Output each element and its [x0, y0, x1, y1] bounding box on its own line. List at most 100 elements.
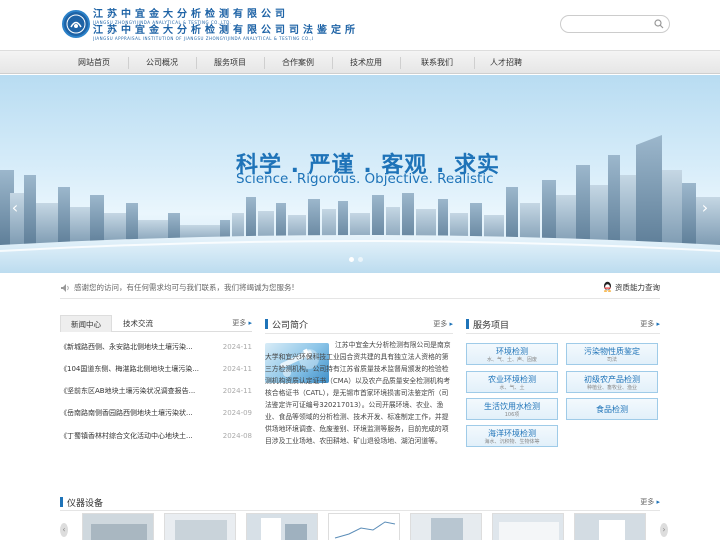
instrument-image — [329, 514, 399, 540]
nav-item-cases[interactable]: 合作案例 — [264, 51, 332, 75]
news-more-label: 更多 — [232, 319, 247, 327]
instrument-thumb[interactable] — [492, 513, 564, 540]
nav-item-about[interactable]: 公司概况 — [128, 51, 196, 75]
service-sub: 种植业、畜牧业、渔业 — [586, 385, 637, 391]
tab-tech-exchange[interactable]: 技术交流 — [112, 315, 164, 332]
service-env-testing[interactable]: 环境检测 水、气、土、声、固废 — [466, 343, 558, 365]
services-title: 服务项目 — [473, 321, 510, 331]
service-food-testing[interactable]: 食品检测 — [566, 398, 658, 420]
about-more-link[interactable]: 更多 ▸ — [433, 319, 453, 329]
logo-icon — [66, 14, 86, 34]
notice-bar: 感谢您的访问，有任何需求均可与我们联系，我们将竭诚为您服务! 资质能力查询 — [60, 281, 660, 295]
news-item-date: 2024-08 — [222, 432, 252, 440]
news-item[interactable]: 《岳南路南侧香园路西侧地块土壤污染状... 2024-09 — [60, 406, 252, 420]
banner-next-icon[interactable]: › — [698, 197, 712, 219]
section-marker — [466, 319, 469, 329]
nav-item-contact[interactable]: 联系我们 — [400, 51, 474, 75]
section-marker — [60, 497, 63, 507]
services-panel: 服务项目 更多 ▸ 环境检测 水、气、土、声、固废 污染物性质鉴定 司法 农业环… — [466, 315, 660, 455]
instruments-prev-icon[interactable]: ‹ — [60, 523, 68, 537]
notice-text: 感谢您的访问，有任何需求均可与我们联系，我们将竭诚为您服务! — [74, 283, 295, 292]
nav-item-tech[interactable]: 技术应用 — [332, 51, 400, 75]
service-sub: 水、气、土、声、固废 — [486, 357, 537, 363]
service-name: 污染物性质鉴定 — [584, 347, 640, 356]
news-item[interactable]: 《104国道东侧、梅湛路北侧地块土壤污染... 2024-11 — [60, 362, 252, 376]
instrument-thumb[interactable] — [82, 513, 154, 540]
news-item-title[interactable]: 《新城路西侧、永安路北侧地块土壤污染... — [60, 340, 220, 354]
carousel-dots — [349, 255, 367, 264]
service-marine-env-testing[interactable]: 海洋环境检测 海水、沉积物、生物体等 — [466, 425, 558, 447]
tab-news-center[interactable]: 新闻中心 — [60, 315, 112, 332]
news-item[interactable]: 《新城路西侧、永安路北侧地块土壤污染... 2024-11 — [60, 340, 252, 354]
service-sub: 海水、沉积物、生物体等 — [484, 439, 540, 445]
service-agri-env-testing[interactable]: 农业环境检测 水、气、土 — [466, 371, 558, 393]
speaker-icon — [61, 284, 69, 292]
logo-en-line2: JIANGSU APPRAISAL INSTITUTION OF JIANGSU… — [93, 36, 313, 41]
hero-banner: 科学 . 严谨 . 客观 . 求实 Science. Rigorous. Obj… — [0, 75, 720, 273]
instrument-thumb[interactable] — [410, 513, 482, 540]
banner-prev-icon[interactable]: ‹ — [8, 197, 22, 219]
service-name: 农业环境检测 — [488, 375, 536, 384]
nav-item-home[interactable]: 网站首页 — [60, 51, 128, 75]
instrument-thumb[interactable] — [246, 513, 318, 540]
news-item-title[interactable]: 《104国道东侧、梅湛路北侧地块土壤污染... — [60, 362, 220, 376]
logo-cn-line1: 江苏中宜金大分析检测有限公司 — [93, 9, 289, 20]
services-more-link[interactable]: 更多 ▸ — [640, 319, 660, 329]
news-item[interactable]: 《坚前东区AB地块土壤污染状况调查报告... 2024-11 — [60, 384, 252, 398]
instruments-more-link[interactable]: 更多 ▸ — [640, 497, 660, 507]
news-tabs: 新闻中心 技术交流 更多 ▸ — [60, 315, 252, 332]
instrument-thumb[interactable] — [164, 513, 236, 540]
carousel-dot[interactable] — [358, 257, 363, 262]
qualification-query-link[interactable]: 资质能力查询 — [602, 281, 660, 293]
divider — [60, 298, 660, 299]
service-sub: 106项 — [504, 412, 520, 418]
arrow-right-icon: ▸ — [449, 320, 453, 328]
service-sub: 水、气、土 — [499, 385, 525, 391]
instruments-title: 仪器设备 — [67, 499, 104, 509]
instruments-header: 仪器设备 更多 ▸ — [60, 495, 660, 509]
instruments-panel: 仪器设备 更多 ▸ ‹ › — [60, 495, 668, 540]
news-item[interactable]: 《丁蜀镇香林村综合文化活动中心地块土... 2024-08 — [60, 429, 252, 443]
services-header: 服务项目 更多 ▸ — [466, 317, 660, 331]
about-more-label: 更多 — [433, 320, 448, 328]
main-nav: 网站首页 公司概况 服务项目 合作案例 技术应用 联系我们 人才招聘 — [0, 50, 720, 74]
arrow-right-icon: ▸ — [656, 320, 660, 328]
service-agri-product-testing[interactable]: 初级农产品检测 种植业、畜牧业、渔业 — [566, 371, 658, 393]
service-name: 生活饮用水检测 — [484, 402, 540, 411]
search-icon[interactable] — [654, 19, 664, 29]
instrument-image — [575, 514, 645, 540]
service-pollutant-identification[interactable]: 污染物性质鉴定 司法 — [566, 343, 658, 365]
about-panel: 公司简介 更多 ▸ 江苏中宜金大分析检测有限公司是南京大学和宜兴环保科技工业园合… — [265, 315, 453, 515]
instruments-next-icon[interactable]: › — [660, 523, 668, 537]
carousel-dot[interactable] — [349, 257, 354, 262]
news-item-title[interactable]: 《坚前东区AB地块土壤污染状况调查报告... — [60, 384, 220, 398]
divider — [60, 510, 660, 511]
logo-text: 江苏中宜金大分析检测有限公司 JIANGSU ZHONGYIJINDA ANAL… — [93, 9, 355, 41]
arrow-right-icon: ▸ — [656, 498, 660, 506]
news-item-date: 2024-11 — [222, 387, 252, 395]
instruments-more-label: 更多 — [640, 498, 655, 506]
instrument-thumb[interactable] — [328, 513, 400, 540]
instrument-thumb[interactable] — [574, 513, 646, 540]
services-more-label: 更多 — [640, 320, 655, 328]
news-panel: 新闻中心 技术交流 更多 ▸ 《新城路西侧、永安路北侧地块土壤污染... 202… — [60, 315, 252, 455]
news-item-title[interactable]: 《岳南路南侧香园路西侧地块土壤污染状... — [60, 406, 220, 420]
service-name: 环境检测 — [496, 347, 528, 356]
news-item-date: 2024-09 — [222, 409, 252, 417]
nav-item-services[interactable]: 服务项目 — [196, 51, 264, 75]
arrow-right-icon: ▸ — [248, 319, 252, 327]
news-item-date: 2024-11 — [222, 343, 252, 351]
search-input[interactable] — [560, 15, 670, 33]
service-drinking-water-testing[interactable]: 生活饮用水检测 106项 — [466, 398, 558, 420]
banner-slogan-en: Science. Rigorous. Objective. Realistic — [236, 171, 494, 187]
instrument-image — [247, 514, 317, 540]
qq-icon — [603, 281, 612, 292]
company-logo[interactable] — [62, 10, 90, 38]
news-more-link[interactable]: 更多 ▸ — [232, 318, 252, 328]
service-name: 海洋环境检测 — [488, 429, 536, 438]
service-sub: 司法 — [606, 357, 617, 363]
nav-item-jobs[interactable]: 人才招聘 — [474, 51, 538, 75]
news-item-title[interactable]: 《丁蜀镇香林村综合文化活动中心地块土... — [60, 429, 220, 443]
instrument-image — [165, 514, 235, 540]
instrument-image — [83, 514, 153, 540]
